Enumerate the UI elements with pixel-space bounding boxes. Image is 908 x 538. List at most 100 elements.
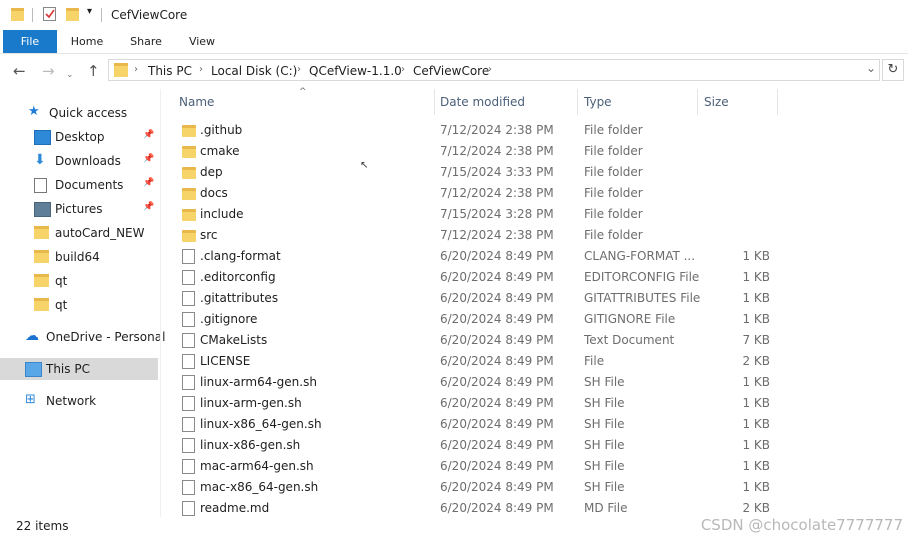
- column-divider[interactable]: [777, 89, 778, 115]
- sidebar-item-this-pc[interactable]: This PC: [0, 358, 158, 380]
- pin-icon[interactable]: 📌: [143, 154, 154, 164]
- tab-share[interactable]: Share: [124, 30, 168, 53]
- breadcrumb-chevron-icon[interactable]: ›: [199, 64, 203, 75]
- navigation-pane: ★ Quick access Desktop 📌 ⬇ Downloads 📌 Document…: [0, 89, 165, 517]
- sidebar-item-documents[interactable]: Documents 📌: [0, 174, 158, 196]
- pin-icon[interactable]: 📌: [143, 178, 154, 188]
- table-row[interactable]: mac-x86_64-gen.sh 6/20/2024 8:49 PM SH Fil…: [162, 477, 908, 498]
- file-type: File: [584, 354, 605, 368]
- file-size: 7 KB: [742, 333, 770, 347]
- back-arrow-icon[interactable]: ←: [13, 62, 26, 80]
- table-row[interactable]: dep 7/15/2024 3:33 PM File folder: [162, 162, 908, 183]
- file-type: File folder: [584, 207, 643, 221]
- table-row[interactable]: .clang-format 6/20/2024 8:49 PM CLANG-FORM…: [162, 246, 908, 267]
- breadcrumb-chevron-icon[interactable]: ›: [401, 64, 405, 75]
- breadcrumb-cefviewcore[interactable]: CefViewCore: [413, 64, 489, 78]
- recent-locations-chevron-icon[interactable]: ⌄: [66, 66, 74, 84]
- file-date-modified: 6/20/2024 8:49 PM: [440, 333, 554, 347]
- sidebar-item-onedrive-personal[interactable]: ☁ OneDrive - Personal: [0, 326, 165, 348]
- file-name: CMakeLists: [200, 333, 268, 347]
- file-name: .editorconfig: [200, 270, 276, 284]
- file-icon: [182, 333, 195, 348]
- file-icon: [182, 249, 195, 264]
- breadcrumb-qcefview[interactable]: QCefView-1.1.0: [309, 64, 402, 78]
- breadcrumb-chevron-icon[interactable]: ›: [134, 64, 138, 75]
- sidebar-item-label: Quick access: [49, 106, 128, 120]
- separator: [32, 8, 33, 22]
- pane-divider[interactable]: [160, 89, 161, 517]
- sidebar-item-network[interactable]: ⊞ Network: [0, 390, 158, 412]
- sidebar-item-desktop[interactable]: Desktop 📌: [0, 126, 158, 148]
- breadcrumb-local-disk[interactable]: Local Disk (C:): [211, 64, 297, 78]
- folder-icon: [34, 298, 49, 311]
- file-type: File folder: [584, 228, 643, 242]
- sidebar-item-downloads[interactable]: ⬇ Downloads 📌: [0, 150, 158, 172]
- sidebar-item-build64[interactable]: build64: [0, 246, 158, 268]
- refresh-button[interactable]: ↻: [882, 59, 904, 81]
- pin-icon[interactable]: 📌: [143, 130, 154, 140]
- sidebar-item-qt[interactable]: qt: [0, 270, 158, 292]
- column-divider[interactable]: [577, 89, 578, 115]
- tab-file[interactable]: File: [3, 30, 57, 53]
- pictures-icon: [34, 202, 51, 217]
- table-row[interactable]: docs 7/12/2024 2:38 PM File folder: [162, 183, 908, 204]
- column-header-size[interactable]: Size: [704, 94, 729, 116]
- column-divider[interactable]: [434, 89, 435, 115]
- table-row[interactable]: include 7/15/2024 3:28 PM File folder: [162, 204, 908, 225]
- table-row[interactable]: src 7/12/2024 2:38 PM File folder: [162, 225, 908, 246]
- pin-icon[interactable]: 📌: [143, 202, 154, 212]
- forward-arrow-icon[interactable]: →: [42, 62, 55, 80]
- column-divider[interactable]: [697, 89, 698, 115]
- table-row[interactable]: .gitignore 6/20/2024 8:49 PM GITIGNORE Fil…: [162, 309, 908, 330]
- address-bar[interactable]: › This PC › Local Disk (C:) › QCefView-1…: [108, 59, 880, 81]
- table-row[interactable]: linux-x86_64-gen.sh 6/20/2024 8:49 PM SH F…: [162, 414, 908, 435]
- customize-quick-access-chevron-icon[interactable]: ▾: [87, 6, 92, 17]
- tab-view[interactable]: View: [180, 30, 224, 53]
- table-row[interactable]: cmake 7/12/2024 2:38 PM File folder: [162, 141, 908, 162]
- file-icon: [182, 480, 195, 495]
- item-count: 22 items: [16, 519, 69, 533]
- folder-icon: [182, 209, 196, 221]
- table-row[interactable]: linux-arm-gen.sh 6/20/2024 8:49 PM SH File…: [162, 393, 908, 414]
- table-row[interactable]: .gitattributes 6/20/2024 8:49 PM GITATTRIB…: [162, 288, 908, 309]
- file-date-modified: 7/12/2024 2:38 PM: [440, 144, 554, 158]
- table-row[interactable]: linux-x86-gen.sh 6/20/2024 8:49 PM SH File…: [162, 435, 908, 456]
- file-date-modified: 6/20/2024 8:49 PM: [440, 480, 554, 494]
- table-row[interactable]: LICENSE 6/20/2024 8:49 PM File 2 KB: [162, 351, 908, 372]
- column-header-date[interactable]: Date modified: [440, 94, 525, 116]
- breadcrumb-chevron-icon[interactable]: ›: [488, 64, 492, 75]
- file-name: linux-x86-gen.sh: [200, 438, 301, 452]
- file-icon: [182, 459, 195, 474]
- table-row[interactable]: CMakeLists 6/20/2024 8:49 PM Text Document…: [162, 330, 908, 351]
- sidebar-item-quick-access[interactable]: ★ Quick access: [0, 102, 158, 124]
- file-date-modified: 7/15/2024 3:33 PM: [440, 165, 554, 179]
- new-folder-icon[interactable]: [66, 8, 79, 21]
- up-arrow-icon[interactable]: ↑: [87, 62, 100, 80]
- file-size: 1 KB: [742, 459, 770, 473]
- file-date-modified: 6/20/2024 8:49 PM: [440, 375, 554, 389]
- tab-home[interactable]: Home: [65, 30, 109, 53]
- column-header-name[interactable]: Name: [179, 94, 214, 116]
- table-row[interactable]: mac-arm64-gen.sh 6/20/2024 8:49 PM SH File…: [162, 456, 908, 477]
- table-row[interactable]: .editorconfig 6/20/2024 8:49 PM EDITORCONF…: [162, 267, 908, 288]
- sidebar-item-pictures[interactable]: Pictures 📌: [0, 198, 158, 220]
- file-icon: [182, 501, 195, 516]
- table-row[interactable]: .github 7/12/2024 2:38 PM File folder: [162, 120, 908, 141]
- file-name: cmake: [200, 144, 240, 158]
- address-dropdown-icon[interactable]: ⌄: [866, 61, 876, 75]
- file-name: dep: [200, 165, 223, 179]
- table-row[interactable]: linux-arm64-gen.sh 6/20/2024 8:49 PM SH Fi…: [162, 372, 908, 393]
- breadcrumb-this-pc[interactable]: This PC: [148, 64, 192, 78]
- properties-icon[interactable]: [43, 7, 56, 21]
- file-type: EDITORCONFIG File: [584, 270, 700, 284]
- file-size: 1 KB: [742, 480, 770, 494]
- computer-icon: [25, 362, 42, 377]
- sidebar-item-label: This PC: [46, 362, 90, 376]
- sidebar-item-qt[interactable]: qt: [0, 294, 158, 316]
- sidebar-item-autocard-new[interactable]: autoCard_NEW: [0, 222, 158, 244]
- file-name: linux-arm64-gen.sh: [200, 375, 317, 389]
- breadcrumb-chevron-icon[interactable]: ›: [297, 64, 301, 75]
- column-header-type[interactable]: Type: [584, 94, 612, 116]
- file-size: 1 KB: [742, 417, 770, 431]
- file-type: SH File: [584, 417, 625, 431]
